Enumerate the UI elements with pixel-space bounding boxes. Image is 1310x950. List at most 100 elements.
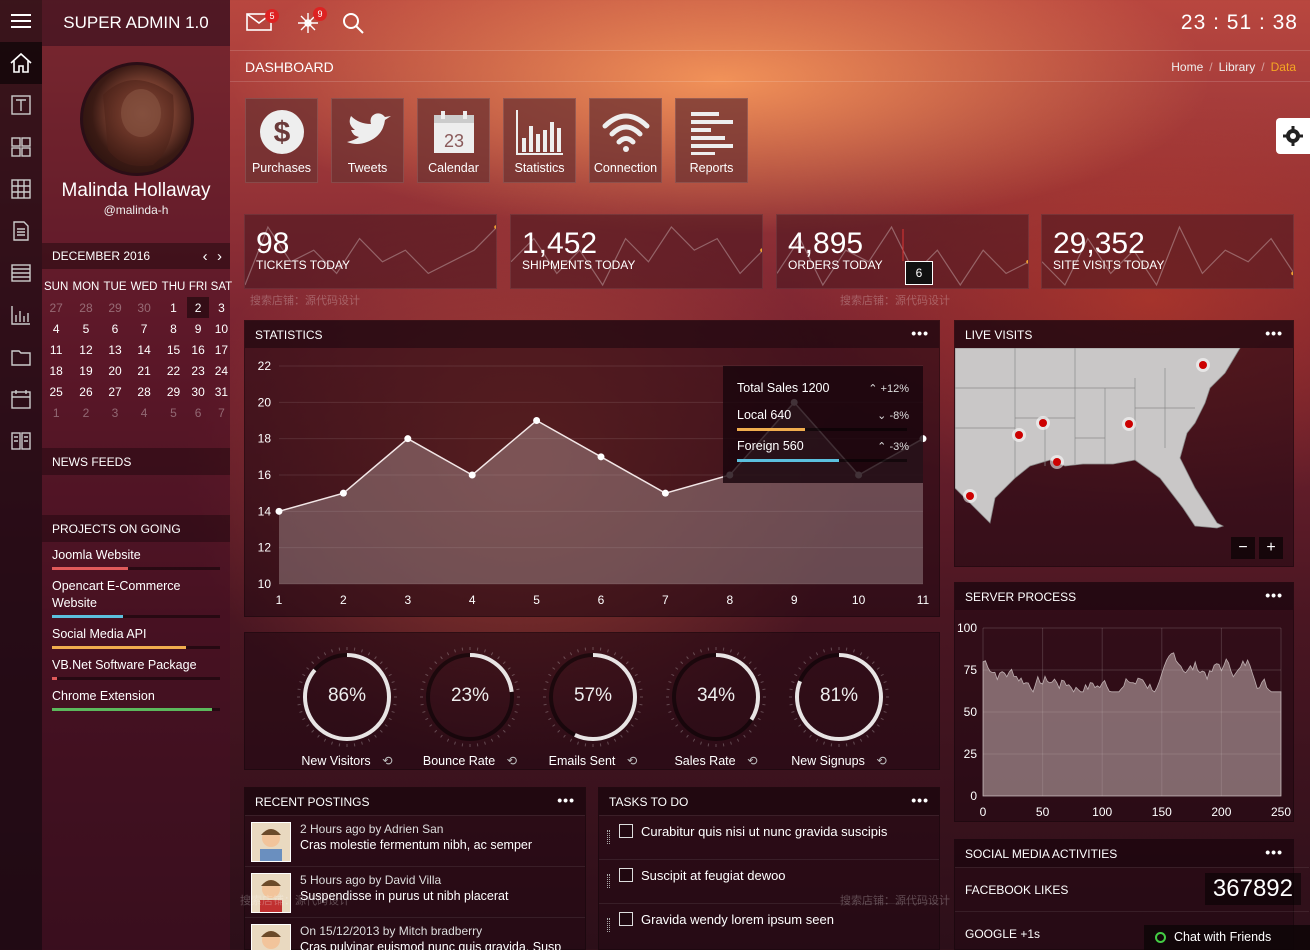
task-checkbox[interactable] [619,824,633,838]
calendar-day[interactable]: 1 [42,402,70,423]
calendar-day[interactable]: 30 [128,297,159,318]
calendar-day[interactable]: 13 [102,339,129,360]
zoom-out-button[interactable]: − [1231,537,1255,559]
layout-icon[interactable] [0,252,42,294]
calendar-day[interactable]: 26 [70,381,101,402]
calendar-day[interactable]: 12 [70,339,101,360]
calendar-icon[interactable] [0,378,42,420]
calendar-day[interactable]: 29 [160,381,188,402]
calendar-day[interactable]: 10 [209,318,234,339]
posting-item[interactable]: 5 Hours ago by David Villa Suspendisse in… [245,866,585,916]
breadcrumb-home[interactable]: Home [1171,60,1203,74]
drag-handle-icon[interactable] [607,918,610,932]
tile-calendar[interactable]: 23 Calendar [417,98,490,183]
calendar-day[interactable]: 29 [102,297,129,318]
drag-handle-icon[interactable] [607,830,610,844]
tile-purchases[interactable]: $ Purchases [245,98,318,183]
more-icon[interactable]: ••• [557,792,575,808]
breadcrumb-library[interactable]: Library [1219,60,1256,74]
calendar-day[interactable]: 7 [128,318,159,339]
calendar-day[interactable]: 11 [42,339,70,360]
calendar-day[interactable]: 9 [187,318,209,339]
project-item[interactable]: Joomla Website [52,547,220,570]
calendar-day[interactable]: 22 [160,360,188,381]
calendar-day[interactable]: 28 [128,381,159,402]
project-item[interactable]: Opencart E-Commerce Website [52,578,220,618]
chevron-left-icon[interactable]: ‹ [203,248,208,265]
document-icon[interactable] [0,210,42,252]
calendar-day[interactable]: 6 [187,402,209,423]
more-icon[interactable]: ••• [1265,325,1283,341]
calendar-day[interactable]: 4 [42,318,70,339]
calendar-day[interactable]: 6 [102,318,129,339]
calendar-day[interactable]: 28 [70,297,101,318]
calendar-day[interactable]: 24 [209,360,234,381]
more-icon[interactable]: ••• [911,325,929,341]
folder-icon[interactable] [0,336,42,378]
posting-item[interactable]: On 15/12/2013 by Mitch bradberry Cras pul… [245,917,585,950]
refresh-icon[interactable]: ⟲ [503,754,517,768]
tile-connection[interactable]: Connection [589,98,662,183]
chevron-right-icon[interactable]: › [217,248,222,265]
tile-reports[interactable]: Reports [675,98,748,183]
calendar-day[interactable]: 21 [128,360,159,381]
calendar-day[interactable]: 3 [209,297,234,318]
usa-map[interactable] [955,348,1293,566]
zoom-in-button[interactable]: + [1259,537,1283,559]
posting-item[interactable]: 2 Hours ago by Adrien San Cras molestie f… [245,815,585,865]
calendar-day[interactable]: 17 [209,339,234,360]
calendar-day[interactable]: 18 [42,360,70,381]
calendar-day[interactable]: 27 [102,381,129,402]
project-item[interactable]: Chrome Extension [52,688,220,711]
calendar-day[interactable]: 4 [128,402,159,423]
calendar-day[interactable]: 7 [209,402,234,423]
table-icon[interactable] [0,168,42,210]
more-icon[interactable]: ••• [911,792,929,808]
gauge-tick [306,724,310,727]
drag-handle-icon[interactable] [607,874,610,888]
task-checkbox[interactable] [619,912,633,926]
calendar-day[interactable]: 30 [187,381,209,402]
calendar-day[interactable]: 3 [102,402,129,423]
gauge-tick [876,724,880,727]
chart-icon[interactable] [0,294,42,336]
calendar-day[interactable]: 8 [160,318,188,339]
chat-button[interactable]: Chat with Friends [1144,925,1310,950]
network-icon[interactable]: 9 [296,7,327,40]
task-checkbox[interactable] [619,868,633,882]
home-icon[interactable] [0,42,42,84]
search-icon[interactable] [342,12,364,39]
calendar-day[interactable]: 25 [42,381,70,402]
more-icon[interactable]: ••• [1265,587,1283,603]
refresh-icon[interactable]: ⟲ [873,754,886,768]
calendar-day[interactable]: 19 [70,360,101,381]
calendar-day[interactable]: 5 [70,318,101,339]
book-icon[interactable] [0,420,42,462]
refresh-icon[interactable]: ⟲ [744,754,757,768]
calendar-day[interactable]: 15 [160,339,188,360]
gauge-tick [791,681,795,683]
more-icon[interactable]: ••• [1265,844,1283,860]
tile-statistics[interactable]: Statistics [503,98,576,183]
project-item[interactable]: Social Media API [52,626,220,649]
typography-icon[interactable] [0,84,42,126]
mail-icon[interactable]: 5 [246,9,279,36]
refresh-icon[interactable]: ⟲ [623,754,637,768]
grid-icon[interactable] [0,126,42,168]
tile-tweets[interactable]: Tweets [331,98,404,183]
calendar-day[interactable]: 5 [160,402,188,423]
calendar-day[interactable]: 14 [128,339,159,360]
calendar-day[interactable]: 23 [187,360,209,381]
project-item[interactable]: VB.Net Software Package [52,657,220,680]
settings-gear-icon[interactable] [1276,118,1310,154]
calendar-day[interactable]: 20 [102,360,129,381]
calendar-day[interactable]: 2 [70,402,101,423]
calendar-day[interactable]: 1 [160,297,188,318]
calendar-day[interactable]: 16 [187,339,209,360]
calendar-day[interactable]: 2 [187,297,209,318]
calendar-day[interactable]: 31 [209,381,234,402]
hamburger-menu-icon[interactable] [0,0,42,42]
avatar[interactable] [80,62,194,176]
calendar-day[interactable]: 27 [42,297,70,318]
refresh-icon[interactable]: ⟲ [379,754,392,768]
